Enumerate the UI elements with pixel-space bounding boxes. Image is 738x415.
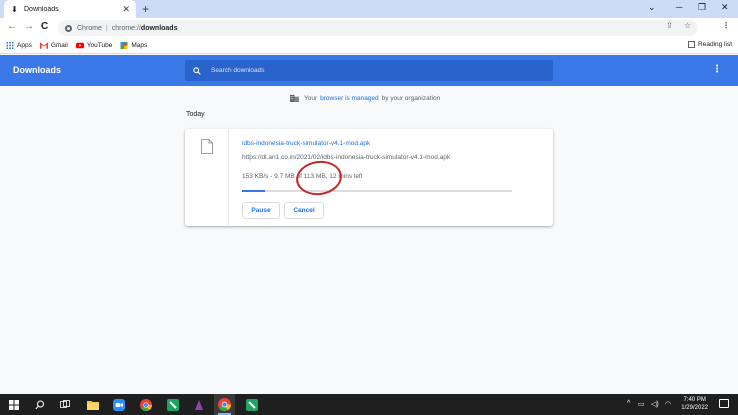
toolbar: ← → C Chrome | chrome://downloads ⇪ ☆ ⋮ <box>0 18 738 38</box>
green-app-icon <box>166 398 179 411</box>
bookmark-apps[interactable]: Apps <box>6 42 32 49</box>
address-bar[interactable]: Chrome | chrome://downloads <box>58 20 698 36</box>
reading-list-icon <box>688 41 696 48</box>
bookmark-label: YouTube <box>86 42 113 49</box>
search-icon <box>34 400 44 409</box>
managed-notice: Your browser is managed by your organiza… <box>290 94 440 102</box>
reading-list-label: Reading list <box>698 41 732 48</box>
tab-close-icon[interactable]: ✕ <box>122 4 130 15</box>
tab-search-chevron-icon[interactable]: ⌄ <box>648 2 656 13</box>
downloads-header: Downloads ⋮ <box>0 55 738 86</box>
bookmarks-bar: Apps Gmail YouTube Maps Reading list <box>0 38 738 54</box>
clock-date: 1/29/2022 <box>681 405 708 411</box>
bookmark-label: Maps <box>131 42 148 49</box>
windows-logo-icon <box>8 399 19 410</box>
folder-icon <box>86 400 99 410</box>
pause-button[interactable]: Pause <box>242 202 280 219</box>
reading-list-button[interactable]: Reading list <box>688 41 732 48</box>
taskbar-app-purple[interactable] <box>191 397 206 412</box>
managed-prefix: Your <box>304 94 318 102</box>
apps-grid-icon <box>6 42 14 49</box>
task-view-button[interactable] <box>57 397 72 412</box>
window-close-icon[interactable]: ✕ <box>721 2 729 13</box>
maps-icon <box>120 42 128 49</box>
download-progress-bar <box>242 190 512 192</box>
reload-icon[interactable]: C <box>41 21 48 33</box>
back-icon[interactable]: ← <box>7 21 17 33</box>
bookmark-gmail[interactable]: Gmail <box>39 42 68 49</box>
new-tab-button[interactable]: + <box>142 2 149 16</box>
youtube-icon <box>75 42 84 49</box>
bookmark-youtube[interactable]: YouTube <box>75 42 113 49</box>
taskbar-zoom[interactable] <box>111 397 126 412</box>
search-input[interactable] <box>211 67 531 74</box>
tab-strip: ⬇ Downloads ✕ + ⌄ ─ ❐ ✕ <box>0 0 738 18</box>
page-title: Downloads <box>13 65 62 75</box>
taskbar-app-green-2[interactable] <box>244 397 259 412</box>
cancel-button[interactable]: Cancel <box>284 202 324 219</box>
forward-icon[interactable]: → <box>24 21 34 33</box>
taskbar-app-green[interactable] <box>165 397 180 412</box>
chrome-icon <box>218 398 231 411</box>
zoom-icon <box>112 398 125 411</box>
minimize-icon[interactable]: ─ <box>676 2 682 12</box>
tab-title: Downloads <box>24 5 59 13</box>
search-icon <box>193 66 201 75</box>
omnibox-separator: | <box>105 24 108 32</box>
taskbar-search-button[interactable] <box>32 397 47 412</box>
building-icon <box>290 94 299 102</box>
bookmark-label: Apps <box>17 42 32 49</box>
green-app-icon <box>245 398 258 411</box>
url-host: downloads <box>140 24 178 32</box>
file-icon-column <box>185 129 229 226</box>
site-label: Chrome <box>77 24 102 32</box>
battery-icon[interactable]: ▭ <box>638 400 645 408</box>
chevron-up-icon[interactable]: ^ <box>627 400 630 407</box>
file-name-link[interactable]: idbs-indonesia-truck-simulator-v4.1-mod.… <box>242 140 370 147</box>
bookmark-star-icon[interactable]: ☆ <box>684 21 691 30</box>
url-scheme: chrome:// <box>111 24 141 32</box>
more-actions-icon[interactable]: ⋮ <box>712 64 722 76</box>
file-icon <box>201 139 213 154</box>
wifi-icon[interactable]: ◠ <box>665 400 671 408</box>
chrome-icon <box>139 398 152 411</box>
download-item-card: idbs-indonesia-truck-simulator-v4.1-mod.… <box>185 129 553 226</box>
bookmark-maps[interactable]: Maps <box>120 42 147 49</box>
taskbar-file-explorer[interactable] <box>85 397 100 412</box>
chrome-icon <box>65 24 72 32</box>
gmail-icon <box>39 42 48 49</box>
download-icon: ⬇ <box>11 4 18 14</box>
managed-suffix: by your organization <box>381 94 441 102</box>
menu-kebab-icon[interactable]: ⋮ <box>722 21 730 30</box>
bookmark-label: Gmail <box>50 42 68 49</box>
download-progress-fill <box>242 190 266 192</box>
taskbar-chrome-active[interactable] <box>214 394 235 415</box>
volume-icon[interactable]: ◁) <box>651 400 659 408</box>
clock[interactable]: 7:40 PM 1/29/2022 <box>681 396 708 412</box>
clock-time: 7:40 PM <box>683 397 706 403</box>
task-view-icon <box>59 400 70 408</box>
share-icon[interactable]: ⇪ <box>666 21 673 30</box>
start-button[interactable] <box>6 397 21 412</box>
file-url[interactable]: https://dl.an1.co.in/2021/02/idbs-indone… <box>242 154 450 161</box>
date-section-label: Today <box>186 111 205 118</box>
windows-taskbar: ^ ▭ ◁) ◠ 7:40 PM 1/29/2022 <box>0 394 738 415</box>
purple-app-icon <box>194 399 203 410</box>
restore-icon[interactable]: ❐ <box>698 2 706 13</box>
tab-downloads[interactable]: ⬇ Downloads ✕ <box>4 0 136 18</box>
notification-icon[interactable] <box>719 399 729 408</box>
taskbar-chrome[interactable] <box>138 397 153 412</box>
search-box[interactable] <box>185 60 553 81</box>
managed-link[interactable]: browser is managed <box>320 95 379 102</box>
